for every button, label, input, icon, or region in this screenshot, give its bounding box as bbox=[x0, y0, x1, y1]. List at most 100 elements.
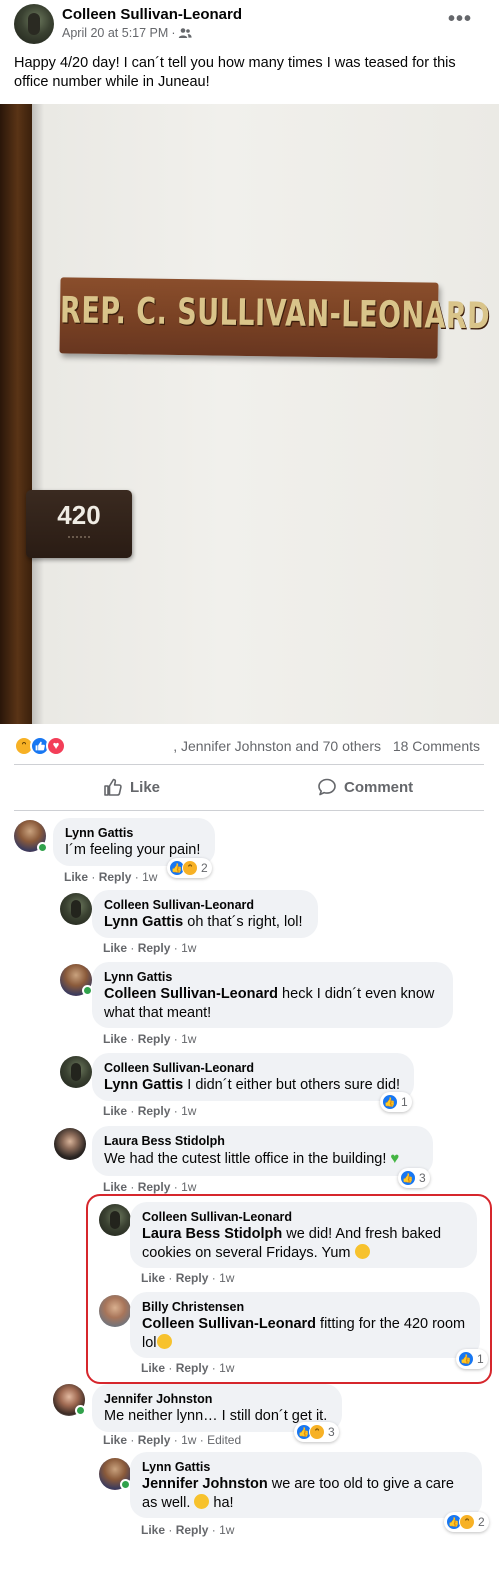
comment-actions: Like · Reply · 1w · Edited bbox=[103, 1433, 241, 1447]
comment-reply-link[interactable]: Reply bbox=[176, 1523, 209, 1537]
comment-reactions-badge[interactable]: 👍 1 bbox=[380, 1092, 412, 1112]
divider bbox=[14, 810, 484, 811]
comment-reactions-badge[interactable]: 👍 ᵔ 3 bbox=[294, 1422, 339, 1442]
commenter-avatar[interactable] bbox=[99, 1204, 131, 1236]
more-options-icon[interactable]: ••• bbox=[447, 8, 473, 34]
comment-age[interactable]: 1w bbox=[181, 1032, 196, 1046]
comment-age[interactable]: 1w bbox=[219, 1523, 234, 1537]
comment-author-link[interactable]: Billy Christensen bbox=[142, 1299, 468, 1315]
action-separator: · bbox=[173, 941, 178, 955]
mention-link[interactable]: Jennifer Johnston bbox=[142, 1476, 268, 1492]
author-avatar[interactable] bbox=[14, 4, 54, 44]
comment-like-link[interactable]: Like bbox=[103, 941, 127, 955]
comment-reply-link[interactable]: Reply bbox=[138, 1032, 171, 1046]
comment-bubble: Colleen Sullivan-Leonard Lynn Gattis I d… bbox=[92, 1053, 414, 1101]
commenter-avatar[interactable] bbox=[54, 1128, 86, 1160]
action-separator: · bbox=[173, 1104, 178, 1118]
comment-like-link[interactable]: Like bbox=[141, 1523, 165, 1537]
nameplate-text: REP. C. SULLIVAN-LEONARD bbox=[59, 289, 491, 338]
comment-reactions-badge[interactable]: 👍 ᵔ 2 bbox=[444, 1512, 489, 1532]
comment-edited-label[interactable]: · Edited bbox=[200, 1433, 241, 1447]
comment-like-link[interactable]: Like bbox=[64, 870, 88, 884]
comment-reactions-badge[interactable]: 👍 3 bbox=[398, 1168, 430, 1188]
mention-link[interactable]: Colleen Sullivan-Leonard bbox=[142, 1316, 316, 1332]
comment-body: I didn´t either but others sure did! bbox=[183, 1077, 401, 1093]
comment-author-link[interactable]: Colleen Sullivan-Leonard bbox=[104, 1060, 402, 1076]
comment-age[interactable]: 1w bbox=[219, 1271, 234, 1285]
comment-age[interactable]: 1w bbox=[181, 1180, 196, 1194]
comment-bubble: Colleen Sullivan-Leonard Lynn Gattis oh … bbox=[92, 890, 318, 938]
comment-like-link[interactable]: Like bbox=[103, 1180, 127, 1194]
friends-icon[interactable] bbox=[178, 27, 193, 39]
comment-reply-link[interactable]: Reply bbox=[99, 870, 132, 884]
reactors-text[interactable]: , Jennifer Johnston and 70 others bbox=[173, 738, 381, 754]
author-name-link[interactable]: Colleen Sullivan-Leonard bbox=[62, 6, 242, 23]
door-frame bbox=[0, 104, 32, 724]
comment-author-link[interactable]: Lynn Gattis bbox=[104, 969, 441, 985]
comment-reply-link[interactable]: Reply bbox=[138, 941, 171, 955]
like-button[interactable]: Like bbox=[103, 772, 160, 802]
mention-link[interactable]: Colleen Sullivan-Leonard bbox=[104, 986, 278, 1002]
action-separator: · bbox=[168, 1523, 173, 1537]
comment-author-link[interactable]: Colleen Sullivan-Leonard bbox=[104, 897, 306, 913]
braille-dots bbox=[68, 536, 90, 540]
comment-age[interactable]: 1w bbox=[142, 870, 157, 884]
commenter-avatar[interactable] bbox=[60, 893, 92, 925]
comment-author-link[interactable]: Lynn Gattis bbox=[65, 825, 203, 841]
commenter-avatar[interactable] bbox=[99, 1295, 131, 1327]
comment-author-link[interactable]: Colleen Sullivan-Leonard bbox=[142, 1209, 465, 1225]
reaction-icons[interactable]: ᵔ ♥ bbox=[14, 736, 66, 756]
comment-bubble: Lynn Gattis Colleen Sullivan-Leonard hec… bbox=[92, 962, 453, 1028]
comment-bubble-icon bbox=[318, 778, 336, 796]
comment-age[interactable]: 1w bbox=[181, 941, 196, 955]
like-reaction-icon: 👍 bbox=[382, 1094, 398, 1110]
comment-reply-link[interactable]: Reply bbox=[176, 1361, 209, 1375]
post-photo[interactable]: REP. C. SULLIVAN-LEONARD 420 bbox=[0, 104, 499, 724]
post-header: Colleen Sullivan-Leonard April 20 at 5:1… bbox=[0, 0, 499, 50]
post-text: Happy 4/20 day! I can´t tell you how man… bbox=[14, 55, 456, 90]
comment-author-link[interactable]: Jennifer Johnston bbox=[104, 1391, 330, 1407]
comment-reactions-badge[interactable]: 👍 1 bbox=[456, 1349, 488, 1369]
mention-link[interactable]: Laura Bess Stidolph bbox=[142, 1226, 282, 1242]
online-status-dot bbox=[37, 842, 48, 853]
comment-actions: Like · Reply · 1w bbox=[141, 1361, 234, 1375]
comment-like-link[interactable]: Like bbox=[103, 1104, 127, 1118]
comments-count-link[interactable]: 18 Comments bbox=[393, 738, 480, 754]
action-separator: · bbox=[91, 870, 96, 884]
comment-reaction-count: 3 bbox=[419, 1171, 426, 1185]
mention-link[interactable]: Lynn Gattis bbox=[104, 1077, 183, 1093]
comment-reply-link[interactable]: Reply bbox=[138, 1433, 171, 1447]
comment-age[interactable]: 1w bbox=[181, 1104, 196, 1118]
comment-like-link[interactable]: Like bbox=[141, 1361, 165, 1375]
comment-button-label: Comment bbox=[344, 778, 414, 796]
mention-link[interactable]: Lynn Gattis bbox=[104, 914, 183, 930]
post-timestamp[interactable]: April 20 at 5:17 PM bbox=[62, 26, 168, 40]
comment-reply-link[interactable]: Reply bbox=[138, 1180, 171, 1194]
commenter-avatar[interactable] bbox=[60, 1056, 92, 1088]
office-nameplate: REP. C. SULLIVAN-LEONARD bbox=[59, 277, 491, 359]
comment-reply-link[interactable]: Reply bbox=[138, 1104, 171, 1118]
comment-text: Colleen Sullivan-Leonard fitting for the… bbox=[142, 1315, 468, 1353]
room-number: 420 bbox=[57, 500, 101, 530]
comment-actions: Like · Reply · 1w bbox=[141, 1523, 234, 1537]
room-number-sign: 420 bbox=[26, 490, 132, 558]
comment-like-link[interactable]: Like bbox=[103, 1433, 127, 1447]
comment-like-link[interactable]: Like bbox=[141, 1271, 165, 1285]
comment-author-link[interactable]: Laura Bess Stidolph bbox=[104, 1133, 421, 1149]
comment-author-link[interactable]: Lynn Gattis bbox=[142, 1459, 470, 1475]
comment-reactions-badge[interactable]: 👍 ᵔ 2 bbox=[167, 858, 212, 878]
action-separator: · bbox=[173, 1433, 178, 1447]
comment-reply-link[interactable]: Reply bbox=[176, 1271, 209, 1285]
comment-actions: Like · Reply · 1w bbox=[103, 1180, 196, 1194]
action-separator: · bbox=[173, 1180, 178, 1194]
like-reaction-icon: 👍 bbox=[458, 1351, 474, 1367]
meta-separator: · bbox=[171, 26, 176, 40]
comment-age[interactable]: 1w bbox=[219, 1361, 234, 1375]
comment-like-link[interactable]: Like bbox=[103, 1032, 127, 1046]
comment-bubble: Lynn Gattis Jennifer Johnston we are too… bbox=[130, 1452, 482, 1518]
like-reaction-icon: 👍 bbox=[400, 1170, 416, 1186]
comment-age[interactable]: 1w bbox=[181, 1433, 196, 1447]
comment-text: Jennifer Johnston we are too old to give… bbox=[142, 1475, 470, 1513]
comment-button[interactable]: Comment bbox=[317, 772, 413, 802]
like-button-label: Like bbox=[130, 778, 161, 796]
